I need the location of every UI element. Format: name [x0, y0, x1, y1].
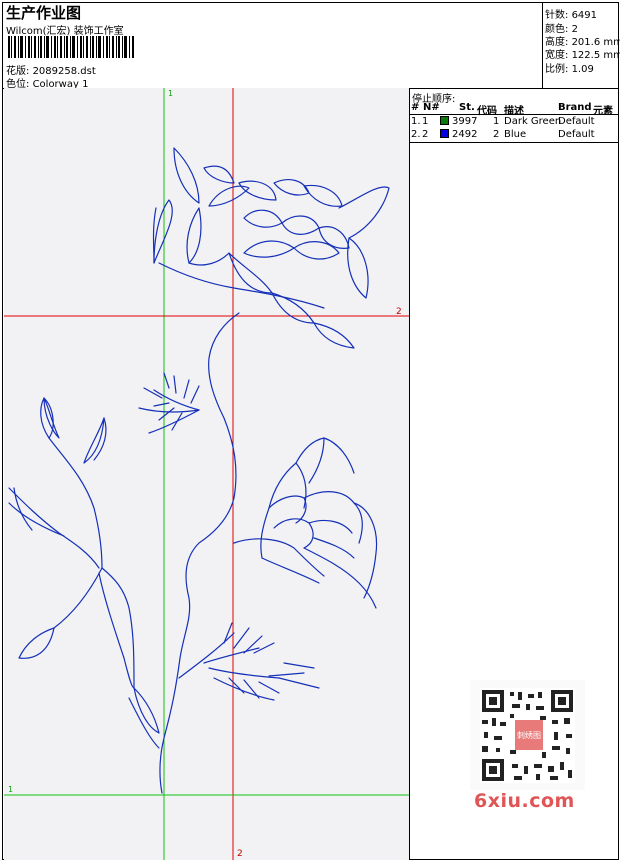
col-stitches: St.	[459, 102, 475, 113]
watermark-logo: 6xiu.com	[474, 790, 575, 812]
qr-code[interactable]: 刺绣图	[470, 680, 585, 790]
page-title: 生产作业图	[6, 4, 82, 22]
qr-code-graphic: 刺绣图	[480, 688, 575, 783]
guide-label-h2: 2	[396, 307, 402, 317]
table-header-rule	[410, 114, 618, 115]
design-canvas[interactable]: 1 2 1 2	[4, 88, 409, 860]
col-hash: #	[411, 102, 420, 113]
guide-label-v2: 2	[237, 849, 243, 859]
color-swatch	[440, 116, 449, 125]
guide-label-v1: 1	[168, 89, 173, 98]
guide-label-h1: 1	[8, 785, 13, 794]
studio-name: Wilcom(汇宏) 装饰工作室	[6, 26, 124, 37]
embroidery-drawing: 1 2 1 2	[4, 88, 409, 860]
flower-outline	[8, 147, 390, 794]
color-swatch	[440, 129, 449, 138]
stat-width: 宽度: 122.5 mm	[545, 50, 620, 61]
col-n: N#	[423, 102, 440, 113]
stat-scale: 比例: 1.09	[545, 64, 594, 75]
barcode	[8, 36, 134, 58]
qr-badge-text: 刺绣图	[517, 730, 541, 740]
col-brand: Brand	[558, 102, 592, 113]
stat-stitches: 针数: 6491	[545, 10, 598, 21]
